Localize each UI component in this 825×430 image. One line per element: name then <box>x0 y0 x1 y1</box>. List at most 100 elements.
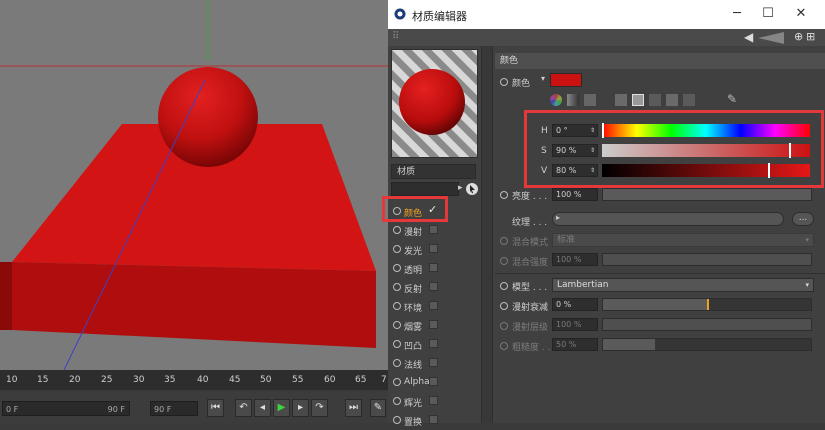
frame-range-field[interactable]: 0 F 90 F <box>2 401 130 416</box>
panel-splitter[interactable] <box>481 46 493 423</box>
channel-checkbox[interactable] <box>429 339 438 348</box>
channel-item-glow[interactable]: 辉光 <box>388 392 478 411</box>
channel-checkbox[interactable] <box>429 320 438 329</box>
kelvin-mode-icon[interactable] <box>649 94 661 106</box>
diffuse-level-field[interactable]: 100 % <box>552 318 598 331</box>
mixer-icon[interactable] <box>666 94 678 106</box>
channel-item-bump[interactable]: 凹凸 <box>388 335 478 354</box>
next-key-button[interactable]: ↷ <box>311 399 328 417</box>
next-frame-button[interactable]: ▸ <box>292 399 309 417</box>
channel-item-displacement[interactable]: 置换 <box>388 411 478 430</box>
texture-expand-icon[interactable]: ▸ <box>556 213 560 222</box>
roughness-animate-radio[interactable] <box>500 342 508 350</box>
maximize-button[interactable]: ☐ <box>754 4 782 24</box>
channel-radio[interactable] <box>393 340 401 348</box>
color-expand-icon[interactable]: ▾ <box>541 74 545 83</box>
brightness-animate-radio[interactable] <box>500 191 508 199</box>
diffuse-level-animate-radio[interactable] <box>500 322 508 330</box>
diffuse-falloff-slider[interactable] <box>602 298 812 311</box>
channel-label: 法线 <box>404 361 423 371</box>
prev-frame-button[interactable]: ◂ <box>254 399 271 417</box>
channel-checkbox[interactable] <box>429 377 438 386</box>
channel-radio[interactable] <box>393 302 401 310</box>
channel-item-diffusion[interactable]: 漫射 <box>388 221 478 240</box>
channel-checkbox[interactable] <box>429 358 438 367</box>
channel-list: 颜色 ✓ 漫射 发光 透明 反射 环境 烟雾 凹凸 法线 Alpha 辉光 置换 <box>388 202 478 428</box>
channel-checkbox[interactable] <box>429 301 438 310</box>
material-name-field[interactable]: 材质 <box>391 164 476 179</box>
new-panel-icon[interactable]: ⊞ <box>806 30 815 43</box>
color-animate-radio[interactable] <box>500 78 508 86</box>
diffuse-falloff-field[interactable]: 0 % <box>552 298 598 311</box>
rgb-mode-icon[interactable] <box>615 94 627 106</box>
grip-icon[interactable]: ⠿ <box>392 31 399 42</box>
blend-strength-label: 混合强度 <box>512 258 549 268</box>
window-title: 材质编辑器 <box>412 10 467 23</box>
record-key-button[interactable]: ✎ <box>370 399 386 417</box>
channel-label: 反射 <box>404 285 423 295</box>
swatches-icon[interactable] <box>683 94 695 106</box>
play-button[interactable]: ▶ <box>273 399 290 417</box>
channel-item-alpha[interactable]: Alpha <box>388 373 478 392</box>
diffuse-level-slider[interactable] <box>602 318 812 331</box>
diffuse-falloff-handle[interactable] <box>707 299 709 310</box>
blend-strength-animate-radio[interactable] <box>500 257 508 265</box>
channel-radio[interactable] <box>393 245 401 253</box>
roughness-slider[interactable] <box>602 338 812 351</box>
channel-item-normal[interactable]: 法线 <box>388 354 478 373</box>
spectrum-icon[interactable] <box>567 94 579 106</box>
channel-radio[interactable] <box>393 321 401 329</box>
channel-radio[interactable] <box>393 359 401 367</box>
expand-arrow-icon[interactable]: ▸ <box>458 183 463 193</box>
model-animate-radio[interactable] <box>500 282 508 290</box>
viewport-3d[interactable] <box>0 0 388 370</box>
minimize-button[interactable]: ─ <box>723 4 751 24</box>
timeline-ruler[interactable]: 10 15 20 25 30 35 40 45 50 55 60 65 7 <box>0 370 388 390</box>
prev-key-button[interactable]: ↶ <box>235 399 252 417</box>
channel-label: Alpha <box>404 377 430 387</box>
texture-more-button[interactable]: ... <box>792 212 814 226</box>
roughness-field[interactable]: 50 % <box>552 338 598 351</box>
close-button[interactable]: ✕ <box>787 4 815 24</box>
blend-strength-field[interactable]: 100 % <box>552 253 598 266</box>
channel-radio[interactable] <box>393 397 401 405</box>
material-preview[interactable] <box>391 49 478 158</box>
channel-radio[interactable] <box>393 283 401 291</box>
nav-arrow-icon[interactable] <box>758 32 786 44</box>
channel-radio[interactable] <box>393 378 401 386</box>
box-side <box>0 262 12 330</box>
blend-strength-slider[interactable] <box>602 253 812 266</box>
channel-checkbox[interactable] <box>429 225 438 234</box>
max-frame-field[interactable]: 90 F <box>150 401 198 416</box>
go-to-start-button[interactable]: ⏮ <box>207 399 224 417</box>
channel-checkbox[interactable] <box>429 263 438 272</box>
channel-radio[interactable] <box>393 264 401 272</box>
channel-checkbox[interactable] <box>429 396 438 405</box>
texture-slot[interactable]: ▸ <box>552 212 784 226</box>
blend-mode-select[interactable]: 标准 ▾ <box>552 233 814 247</box>
channel-checkbox[interactable] <box>429 244 438 253</box>
material-subfield[interactable] <box>391 182 459 196</box>
channel-item-environment[interactable]: 环境 <box>388 297 478 316</box>
color-wheel-icon[interactable] <box>550 94 562 106</box>
diffuse-falloff-animate-radio[interactable] <box>500 302 508 310</box>
channel-item-reflectance[interactable]: 反射 <box>388 278 478 297</box>
channel-checkbox[interactable] <box>429 282 438 291</box>
back-arrow-icon[interactable]: ◀ <box>744 30 753 44</box>
channel-item-fog[interactable]: 烟雾 <box>388 316 478 335</box>
image-picker-icon[interactable] <box>584 94 596 106</box>
lock-icon[interactable]: ⊕ <box>794 30 803 43</box>
channel-item-luminance[interactable]: 发光 <box>388 240 478 259</box>
channel-item-transparency[interactable]: 透明 <box>388 259 478 278</box>
blend-mode-animate-radio[interactable] <box>500 237 508 245</box>
model-select[interactable]: Lambertian ▾ <box>552 278 814 292</box>
timeline-tick: 40 <box>197 375 209 385</box>
pick-cursor-icon[interactable] <box>465 182 479 196</box>
hsv-mode-icon[interactable] <box>632 94 644 106</box>
eyedropper-icon[interactable]: ✎ <box>727 92 737 106</box>
go-to-end-button[interactable]: ⏭ <box>345 399 362 417</box>
color-swatch[interactable] <box>550 73 582 87</box>
brightness-slider[interactable] <box>602 188 812 201</box>
channel-radio[interactable] <box>393 226 401 234</box>
brightness-field[interactable]: 100 % <box>552 188 598 201</box>
